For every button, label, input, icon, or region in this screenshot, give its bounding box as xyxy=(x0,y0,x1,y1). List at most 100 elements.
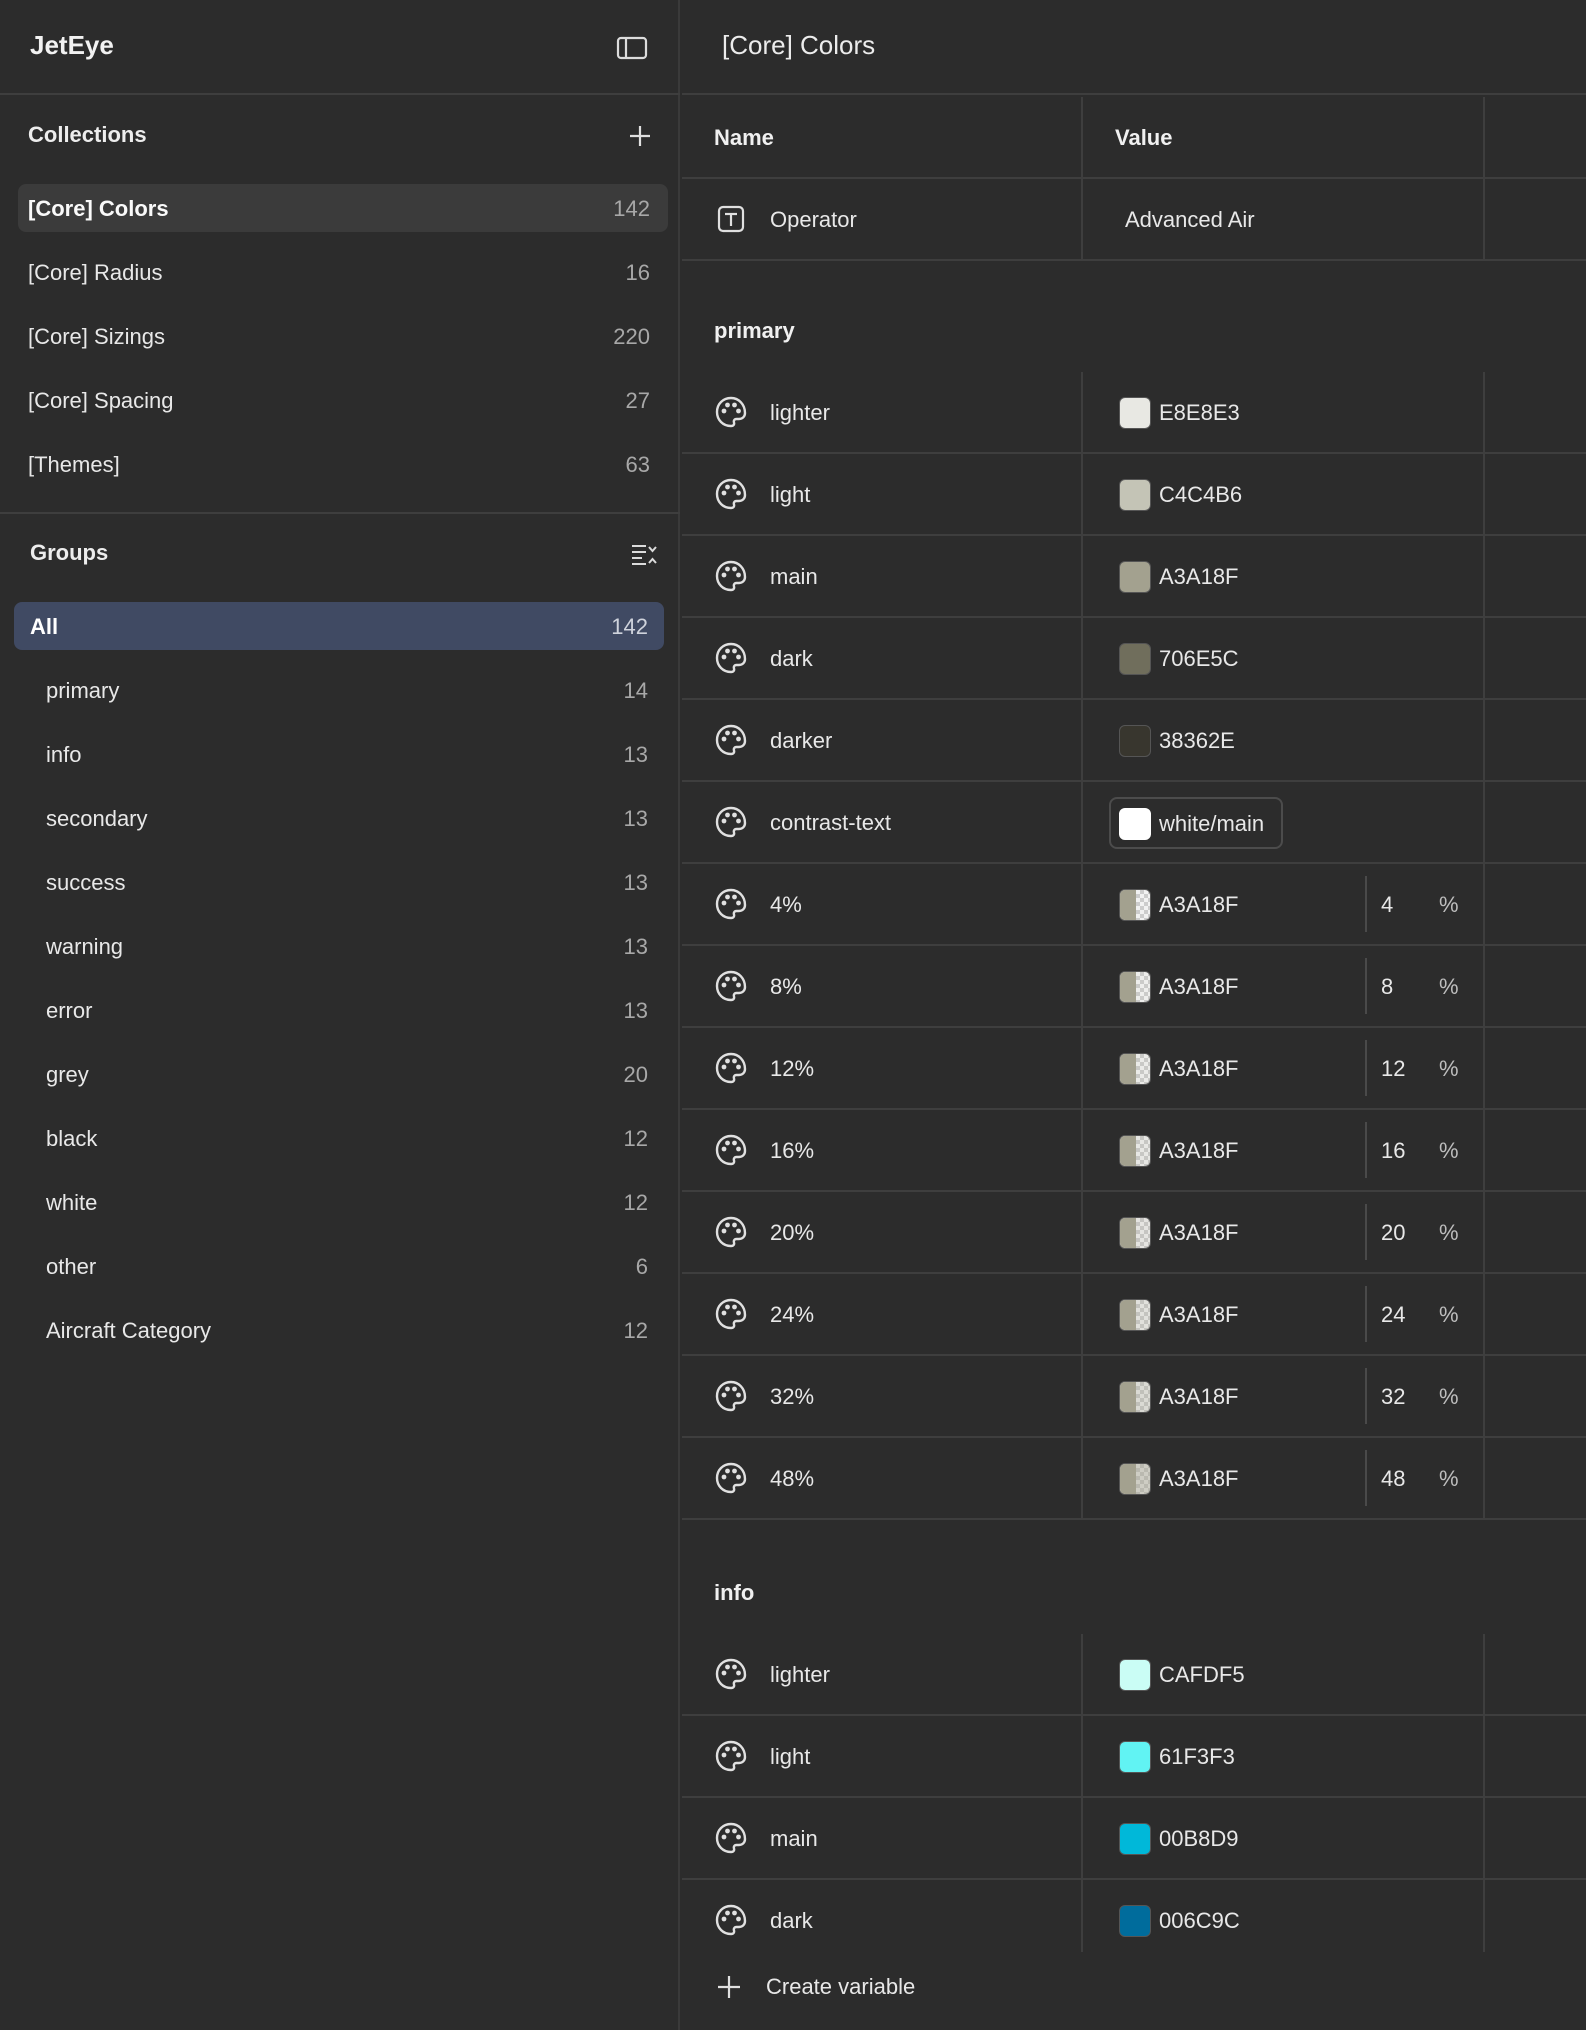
hex-value: A3A18F xyxy=(1159,974,1239,999)
color-swatch[interactable] xyxy=(1119,1299,1151,1331)
opacity-value[interactable]: 12 xyxy=(1381,1056,1405,1082)
group-item[interactable]: other 6 xyxy=(14,1242,664,1290)
group-count: 13 xyxy=(623,806,648,831)
table-row[interactable]: 12% A3A18F 12% xyxy=(682,1028,1586,1110)
add-collection-icon[interactable] xyxy=(624,120,656,152)
table-row[interactable]: darker 38362E xyxy=(682,700,1586,782)
palette-icon xyxy=(714,887,748,921)
opacity-unit: % xyxy=(1439,974,1459,999)
group-item[interactable]: grey 20 xyxy=(14,1050,664,1098)
palette-icon xyxy=(714,1133,748,1167)
group-item[interactable]: error 13 xyxy=(14,986,664,1034)
table-row[interactable]: Operator Advanced Air xyxy=(682,179,1586,261)
table-row[interactable]: 48% A3A18F 48% xyxy=(682,1438,1586,1520)
group-label: Aircraft Category xyxy=(46,1318,212,1343)
color-swatch[interactable] xyxy=(1119,725,1151,757)
group-count: 13 xyxy=(623,998,648,1023)
hex-value: A3A18F xyxy=(1159,564,1239,589)
opacity-divider xyxy=(1365,1040,1367,1096)
palette-icon xyxy=(714,1821,748,1855)
table-row[interactable]: dark 706E5C xyxy=(682,618,1586,700)
hex-value: E8E8E3 xyxy=(1159,400,1240,425)
group-item[interactable]: black 12 xyxy=(14,1114,664,1162)
group-label: grey xyxy=(46,1062,89,1087)
collection-item[interactable]: [Core] Sizings 220 xyxy=(18,312,668,360)
opacity-value[interactable]: 4 xyxy=(1381,892,1393,918)
table-row[interactable]: lighter CAFDF5 xyxy=(682,1634,1586,1716)
group-label: black xyxy=(46,1126,98,1151)
collection-item[interactable]: [Core] Colors 142 xyxy=(18,184,668,232)
variable-name: 24% xyxy=(770,1302,815,1327)
group-item[interactable]: All 142 xyxy=(14,602,664,650)
color-swatch[interactable] xyxy=(1119,1135,1151,1167)
collapse-groups-icon[interactable] xyxy=(628,538,660,570)
swatch-solid-half xyxy=(1120,890,1136,920)
name-cell: Operator xyxy=(682,179,1083,259)
opacity-value[interactable]: 24 xyxy=(1381,1302,1405,1328)
table-row[interactable]: light 61F3F3 xyxy=(682,1716,1586,1798)
table-row[interactable]: 16% A3A18F 16% xyxy=(682,1110,1586,1192)
sidebar: JetEye Collections [Core] Colors 142 [Core… xyxy=(0,0,680,2030)
create-variable-button[interactable]: Create variable xyxy=(682,1952,1586,2030)
color-swatch[interactable] xyxy=(1119,889,1151,921)
color-swatch[interactable] xyxy=(1119,1381,1151,1413)
group-item[interactable]: primary 14 xyxy=(14,666,664,714)
color-swatch[interactable] xyxy=(1119,643,1151,675)
table-row[interactable]: main A3A18F xyxy=(682,536,1586,618)
group-label: secondary xyxy=(46,806,148,831)
table-row[interactable]: dark 006C9C xyxy=(682,1880,1586,1962)
opacity-value[interactable]: 8 xyxy=(1381,974,1393,1000)
group-item[interactable]: white 12 xyxy=(14,1178,664,1226)
color-swatch[interactable] xyxy=(1119,1659,1151,1691)
color-swatch[interactable] xyxy=(1119,971,1151,1003)
palette-icon xyxy=(714,559,748,593)
value-cell: A3A18F xyxy=(1083,536,1485,616)
collection-item[interactable]: [Themes] 63 xyxy=(18,440,668,488)
table-row[interactable]: light C4C4B6 xyxy=(682,454,1586,536)
color-swatch[interactable] xyxy=(1119,1217,1151,1249)
color-swatch[interactable] xyxy=(1119,1823,1151,1855)
opacity-unit: % xyxy=(1439,1056,1459,1081)
sidebar-toggle-icon[interactable] xyxy=(614,30,650,66)
value-cell: A3A18F 16% xyxy=(1083,1110,1485,1190)
color-swatch[interactable] xyxy=(1119,1905,1151,1937)
group-count: 13 xyxy=(623,934,648,959)
table-row[interactable]: 32% A3A18F 32% xyxy=(682,1356,1586,1438)
name-cell: dark xyxy=(682,618,1083,698)
group-item[interactable]: Aircraft Category 12 xyxy=(14,1306,664,1354)
table-row[interactable]: 8% A3A18F 8% xyxy=(682,946,1586,1028)
alias-chip[interactable]: white/main xyxy=(1109,797,1283,849)
group-item[interactable]: info 13 xyxy=(14,730,664,778)
color-swatch[interactable] xyxy=(1119,397,1151,429)
variable-name: darker xyxy=(770,728,833,753)
table-row[interactable]: main 00B8D9 xyxy=(682,1798,1586,1880)
name-cell: light xyxy=(682,1716,1083,1796)
table-row[interactable]: 24% A3A18F 24% xyxy=(682,1274,1586,1356)
table-row[interactable]: contrast-text white/main xyxy=(682,782,1586,864)
table-row[interactable]: 20% A3A18F 20% xyxy=(682,1192,1586,1274)
color-swatch[interactable] xyxy=(1119,1463,1151,1495)
opacity-value[interactable]: 20 xyxy=(1381,1220,1405,1246)
collection-label: [Core] Spacing xyxy=(28,388,174,413)
table-row[interactable]: 4% A3A18F 4% xyxy=(682,864,1586,946)
group-count: 13 xyxy=(623,870,648,895)
table-row[interactable]: lighter E8E8E3 xyxy=(682,372,1586,454)
collection-item[interactable]: [Core] Spacing 27 xyxy=(18,376,668,424)
color-swatch[interactable] xyxy=(1119,1053,1151,1085)
opacity-value[interactable]: 16 xyxy=(1381,1138,1405,1164)
color-swatch[interactable] xyxy=(1119,479,1151,511)
color-swatch[interactable] xyxy=(1119,1741,1151,1773)
group-item[interactable]: success 13 xyxy=(14,858,664,906)
hex-value: 00B8D9 xyxy=(1159,1826,1239,1851)
opacity-value[interactable]: 48 xyxy=(1381,1466,1405,1492)
opacity-value[interactable]: 32 xyxy=(1381,1384,1405,1410)
collections-header: Collections xyxy=(0,106,680,166)
collection-count: 142 xyxy=(613,196,650,221)
group-item[interactable]: warning 13 xyxy=(14,922,664,970)
collection-item[interactable]: [Core] Radius 16 xyxy=(18,248,668,296)
group-item[interactable]: secondary 13 xyxy=(14,794,664,842)
color-swatch[interactable] xyxy=(1119,561,1151,593)
value-cell: 706E5C xyxy=(1083,618,1485,698)
value-cell: white/main xyxy=(1083,782,1485,862)
hex-value: A3A18F xyxy=(1159,1384,1239,1409)
